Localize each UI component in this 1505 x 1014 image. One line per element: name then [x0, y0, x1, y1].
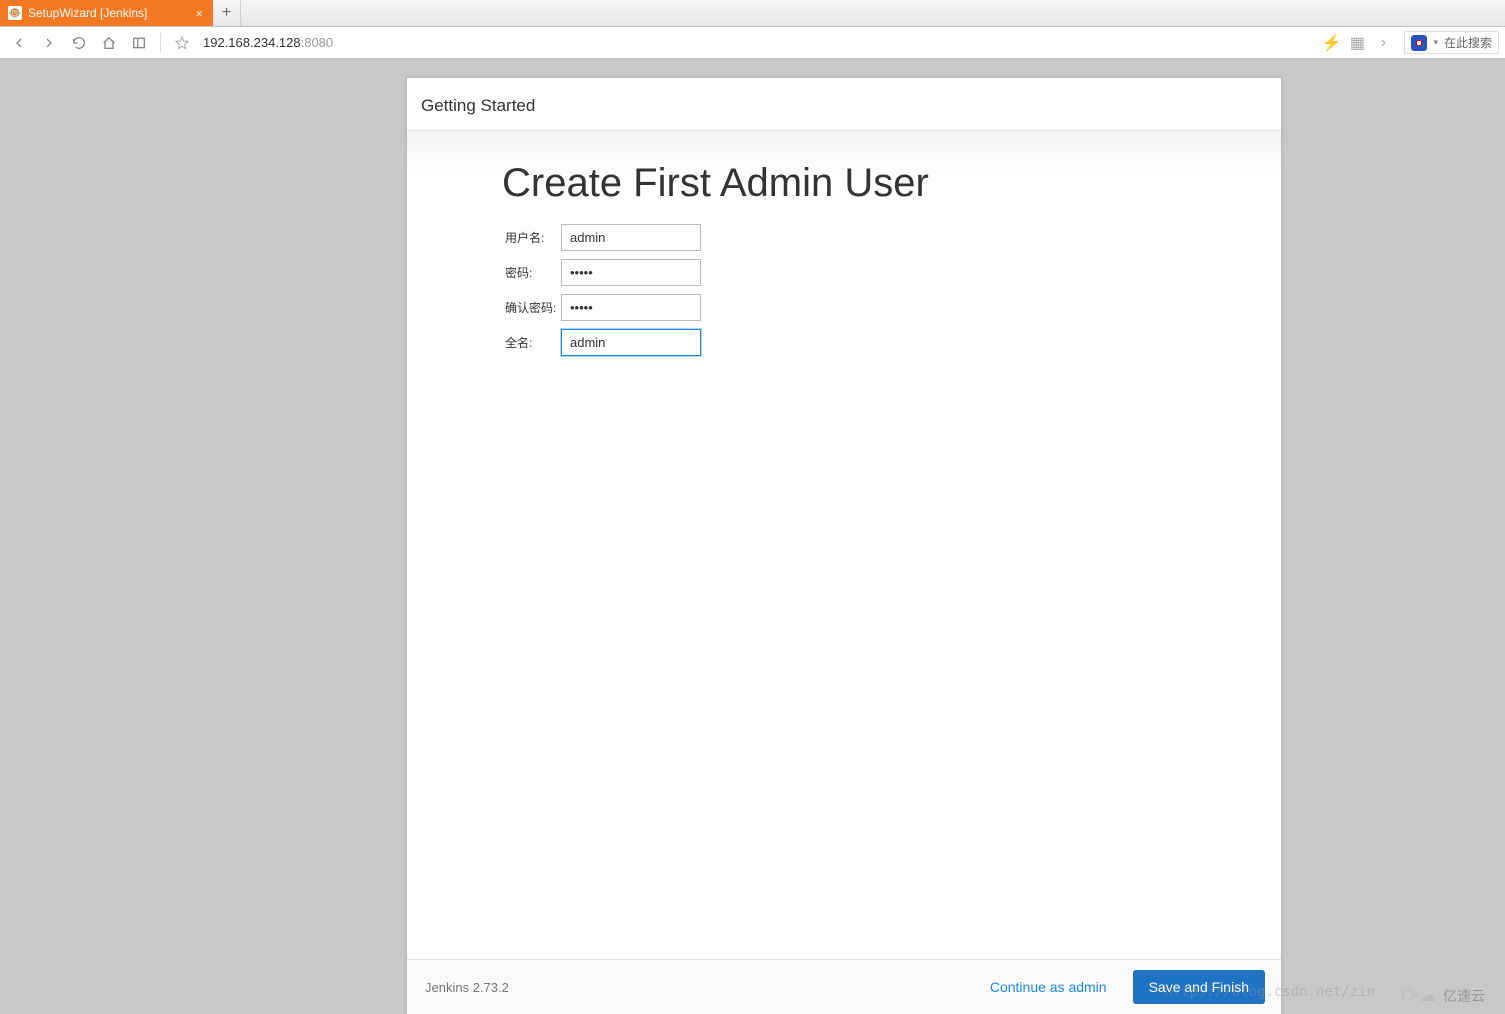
star-icon: [174, 35, 190, 51]
fullname-input[interactable]: [561, 329, 701, 356]
row-username: 用户名:: [505, 224, 1281, 251]
row-password: 密码:: [505, 259, 1281, 286]
qr-icon[interactable]: ▦: [1346, 33, 1368, 53]
modal-footer: Jenkins 2.73.2 Continue as admin Save an…: [407, 959, 1281, 1014]
chevron-down-icon: ▾: [1433, 37, 1438, 48]
search-provider-box[interactable]: ▾ 在此搜索: [1404, 31, 1499, 54]
bookmark-button[interactable]: [169, 30, 195, 56]
browser-nav-bar: 192.168.234.128:8080 ⚡ ▦ › ▾ 在此搜索: [0, 27, 1505, 59]
url-host: 192.168.234.128: [203, 35, 301, 50]
home-icon: [101, 35, 117, 51]
label-password: 密码:: [505, 264, 561, 281]
watermark-url: https://blog.csdn.net/zin: [1164, 984, 1375, 1000]
tab-title: SetupWizard [Jenkins]: [28, 6, 187, 20]
new-tab-button[interactable]: +: [213, 0, 241, 26]
password-input[interactable]: [561, 259, 701, 286]
modal-body: Create First Admin User 用户名: 密码: 确认密码: 全…: [407, 130, 1281, 959]
chevron-right-icon: [41, 35, 57, 51]
back-button[interactable]: [6, 30, 32, 56]
watermark-text: 亿速云: [1443, 986, 1485, 1006]
admin-user-form: 用户名: 密码: 确认密码: 全名:: [505, 224, 1281, 356]
continue-as-admin-button[interactable]: Continue as admin: [978, 971, 1119, 1003]
browser-tab-active[interactable]: 🐵 SetupWizard [Jenkins] ×: [0, 0, 213, 26]
watermark-brand: ⧂☁ 亿速云: [1401, 985, 1485, 1006]
reload-button[interactable]: [66, 30, 92, 56]
sidebar-toggle[interactable]: [126, 30, 152, 56]
confirm-password-input[interactable]: [561, 294, 701, 321]
address-bar[interactable]: 192.168.234.128:8080: [199, 35, 333, 50]
username-input[interactable]: [561, 224, 701, 251]
url-port: :8080: [301, 35, 334, 50]
home-button[interactable]: [96, 30, 122, 56]
cloud-icon: ⧂☁: [1401, 985, 1437, 1006]
search-placeholder: 在此搜索: [1444, 34, 1492, 51]
separator: [160, 33, 161, 53]
modal-header: Getting Started: [407, 78, 1281, 130]
jenkins-favicon: 🐵: [8, 6, 22, 20]
close-tab-icon[interactable]: ×: [193, 6, 205, 21]
baidu-icon: [1411, 35, 1427, 51]
jenkins-version: Jenkins 2.73.2: [425, 980, 509, 995]
label-confirm: 确认密码:: [505, 299, 561, 316]
chevron-left-icon: [11, 35, 27, 51]
more-icon[interactable]: ›: [1372, 34, 1394, 52]
browser-tab-bar: 🐵 SetupWizard [Jenkins] × +: [0, 0, 1505, 27]
panel-icon: [131, 35, 147, 51]
setup-wizard-modal: Getting Started Create First Admin User …: [407, 78, 1281, 1014]
label-fullname: 全名:: [505, 334, 561, 351]
row-confirm-password: 确认密码:: [505, 294, 1281, 321]
row-fullname: 全名:: [505, 329, 1281, 356]
page-title: Create First Admin User: [502, 161, 1281, 206]
label-username: 用户名:: [505, 229, 561, 246]
page-content: Getting Started Create First Admin User …: [0, 59, 1505, 1014]
forward-button[interactable]: [36, 30, 62, 56]
flash-icon[interactable]: ⚡: [1320, 33, 1342, 53]
reload-icon: [71, 35, 87, 51]
